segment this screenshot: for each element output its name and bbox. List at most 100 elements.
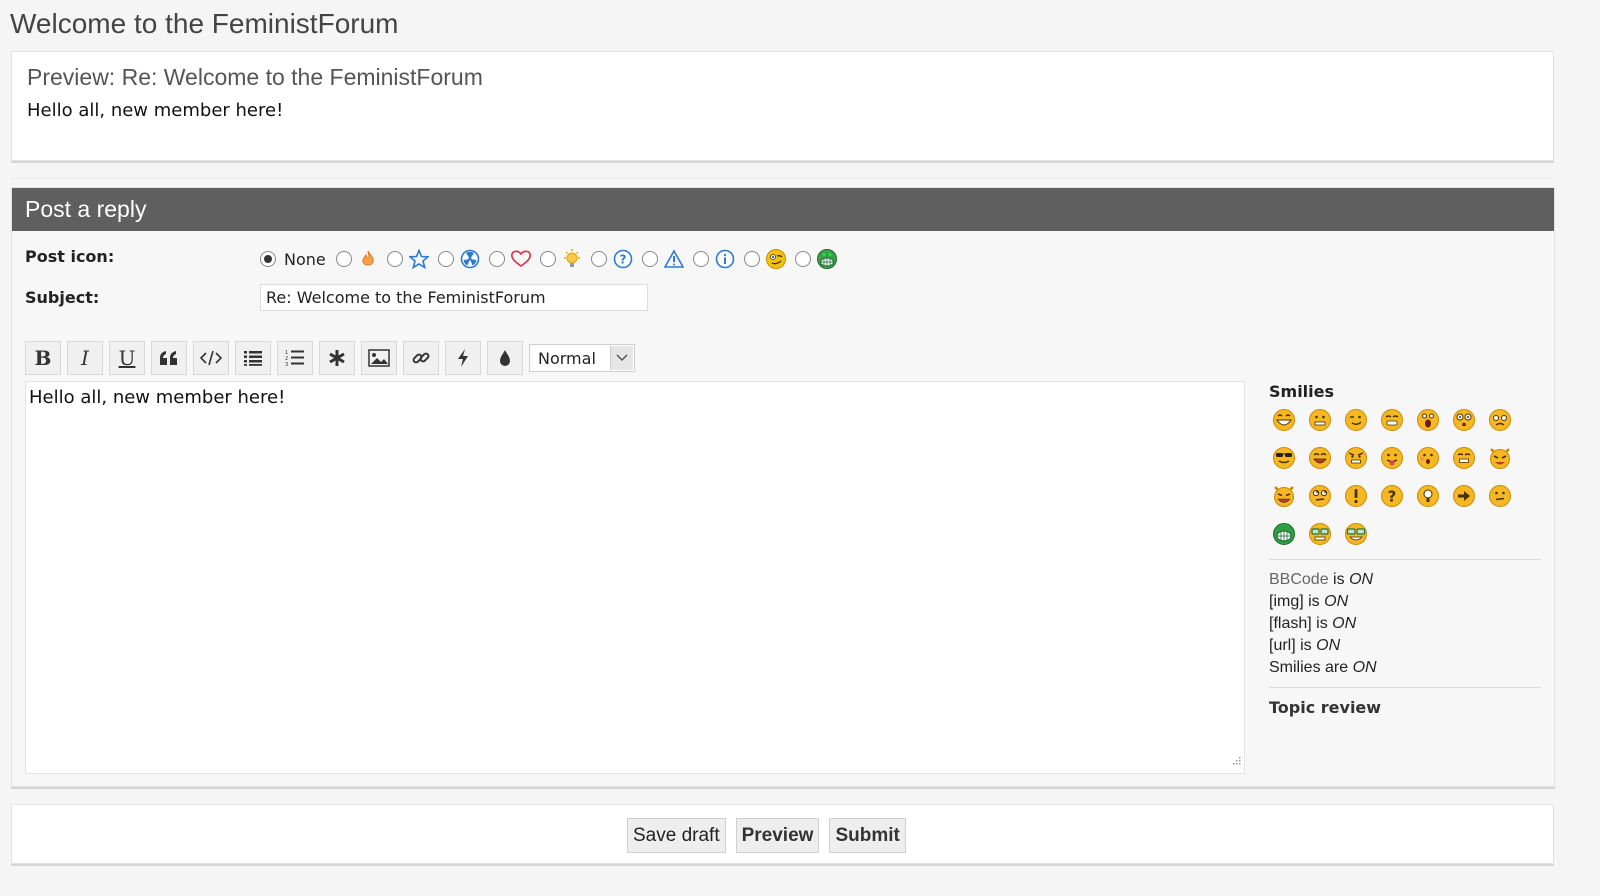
- smiley-geek-icon[interactable]: [1305, 521, 1341, 547]
- smiley-big-grin-icon[interactable]: [1305, 445, 1341, 471]
- svg-text:3: 3: [285, 362, 288, 367]
- image-button[interactable]: [361, 341, 397, 375]
- preview-button[interactable]: Preview: [735, 818, 820, 853]
- message-text: Hello all, new member here!: [29, 387, 286, 408]
- post-icon-star[interactable]: [386, 248, 430, 270]
- post-icon-radio[interactable]: [743, 251, 760, 267]
- post-icon-none-label: None: [284, 249, 326, 269]
- smiley-roll-icon[interactable]: [1305, 483, 1341, 509]
- smiley-uber-geek-icon[interactable]: [1341, 521, 1377, 547]
- url-status: [url] is ON: [1269, 635, 1541, 657]
- preview-body: Hello all, new member here!: [27, 100, 284, 121]
- color-button[interactable]: [487, 341, 523, 375]
- post-icon-question[interactable]: ?: [590, 248, 634, 270]
- preview-box: Preview: Re: Welcome to the FeministForu…: [11, 51, 1554, 161]
- smiley-oops-icon[interactable]: [1413, 445, 1449, 471]
- bold-button[interactable]: B: [25, 341, 61, 375]
- post-icon-radio[interactable]: [692, 251, 709, 267]
- smiley-wink-icon[interactable]: [1341, 407, 1377, 433]
- code-button[interactable]: [193, 341, 229, 375]
- grinning-icon: [816, 248, 838, 270]
- message-textarea[interactable]: Hello all, new member here!: [25, 381, 1245, 774]
- smiley-razz-icon[interactable]: [1377, 445, 1413, 471]
- smiley-evil-icon[interactable]: [1485, 445, 1521, 471]
- flash-label: [flash] is: [1269, 615, 1328, 632]
- preview-title: Preview: Re: Welcome to the FeministForu…: [27, 64, 483, 90]
- heart-icon: [510, 248, 532, 270]
- smiley-green-grin-icon[interactable]: [1269, 521, 1305, 547]
- smiley-neutral-grin-icon[interactable]: [1305, 407, 1341, 433]
- post-icon-flame[interactable]: [335, 248, 379, 270]
- divider: [11, 178, 1554, 179]
- save-draft-button[interactable]: Save draft: [627, 818, 726, 853]
- post-icon-radio[interactable]: [386, 251, 403, 267]
- smiley-shocked-icon[interactable]: [1413, 407, 1449, 433]
- radioactive-icon: [459, 248, 481, 270]
- smiley-teeth-icon[interactable]: [1377, 407, 1413, 433]
- drop-icon: [500, 350, 510, 366]
- italic-button[interactable]: I: [67, 341, 103, 375]
- post-icon-wink[interactable]: [743, 248, 787, 270]
- post-icon-lightbulb[interactable]: [539, 248, 583, 270]
- bbcode-link[interactable]: BBCode: [1269, 571, 1329, 588]
- flash-status: [flash] is ON: [1269, 613, 1541, 635]
- smiley-sad-icon[interactable]: [1485, 407, 1521, 433]
- post-icon-radio[interactable]: [488, 251, 505, 267]
- flash-button[interactable]: [445, 341, 481, 375]
- numbered-list-button[interactable]: 123: [277, 341, 313, 375]
- post-icon-radio[interactable]: [641, 251, 658, 267]
- reply-header: Post a reply: [12, 188, 1554, 231]
- sidebar-divider: [1269, 559, 1541, 560]
- smiley-cry-icon[interactable]: [1449, 445, 1485, 471]
- post-icon-grin[interactable]: [794, 248, 838, 270]
- smiley-cool-icon[interactable]: [1269, 445, 1305, 471]
- smiley-wink-icon: [765, 248, 787, 270]
- post-icon-options: None ?: [260, 248, 846, 270]
- smiley-mad-icon[interactable]: [1341, 445, 1377, 471]
- smilies-value: ON: [1352, 659, 1377, 676]
- link-icon: [412, 352, 430, 364]
- reply-panel: Post a reply Post icon: None ? Subject: …: [11, 187, 1555, 787]
- url-value: ON: [1316, 637, 1341, 654]
- post-icon-radio[interactable]: [590, 251, 607, 267]
- post-icon-radio[interactable]: [335, 251, 352, 267]
- smiley-eek-icon[interactable]: [1449, 407, 1485, 433]
- post-icon-none[interactable]: None: [260, 250, 328, 269]
- post-icon-info[interactable]: [692, 248, 736, 270]
- underline-button[interactable]: U: [109, 341, 145, 375]
- post-icon-radioactive[interactable]: [437, 248, 481, 270]
- asterisk-icon: [329, 350, 345, 366]
- font-size-select[interactable]: Normal: [529, 344, 635, 372]
- smiley-neutral-icon[interactable]: [1485, 483, 1521, 509]
- warning-icon: [663, 248, 685, 270]
- format-toolbar: B I U 123 Normal: [25, 341, 635, 375]
- smiley-twisted-icon[interactable]: [1269, 483, 1305, 509]
- smilies-grid: ?: [1269, 407, 1541, 547]
- smiley-arrow-icon[interactable]: [1449, 483, 1485, 509]
- resize-grip-icon[interactable]: [1231, 749, 1241, 770]
- img-value: ON: [1324, 593, 1349, 610]
- link-button[interactable]: [403, 341, 439, 375]
- post-icon-radio[interactable]: [437, 251, 454, 267]
- post-icon-label: Post icon:: [25, 247, 115, 266]
- post-icon-radio[interactable]: [794, 251, 811, 267]
- post-icon-radio-none[interactable]: [260, 251, 276, 267]
- sidebar: Smilies ? BBCode is ON [img] is ON [flas…: [1269, 382, 1541, 717]
- smiley-question-icon[interactable]: ?: [1377, 483, 1413, 509]
- bbcode-value: ON: [1349, 571, 1374, 588]
- list-button[interactable]: [235, 341, 271, 375]
- smiley-exclaim-icon[interactable]: [1341, 483, 1377, 509]
- chevron-down-icon[interactable]: [610, 346, 633, 370]
- quote-button[interactable]: [151, 341, 187, 375]
- topic-review-link[interactable]: Topic review: [1269, 698, 1541, 717]
- post-icon-warning[interactable]: [641, 248, 685, 270]
- url-label: [url] is: [1269, 637, 1312, 654]
- smiley-laugh-icon[interactable]: [1269, 407, 1305, 433]
- smilies-label: Smilies are: [1269, 659, 1349, 676]
- subject-input[interactable]: [260, 284, 648, 311]
- list-item-button[interactable]: [319, 341, 355, 375]
- post-icon-radio[interactable]: [539, 251, 556, 267]
- post-icon-heart[interactable]: [488, 248, 532, 270]
- submit-button[interactable]: Submit: [829, 818, 906, 853]
- smiley-idea-icon[interactable]: [1413, 483, 1449, 509]
